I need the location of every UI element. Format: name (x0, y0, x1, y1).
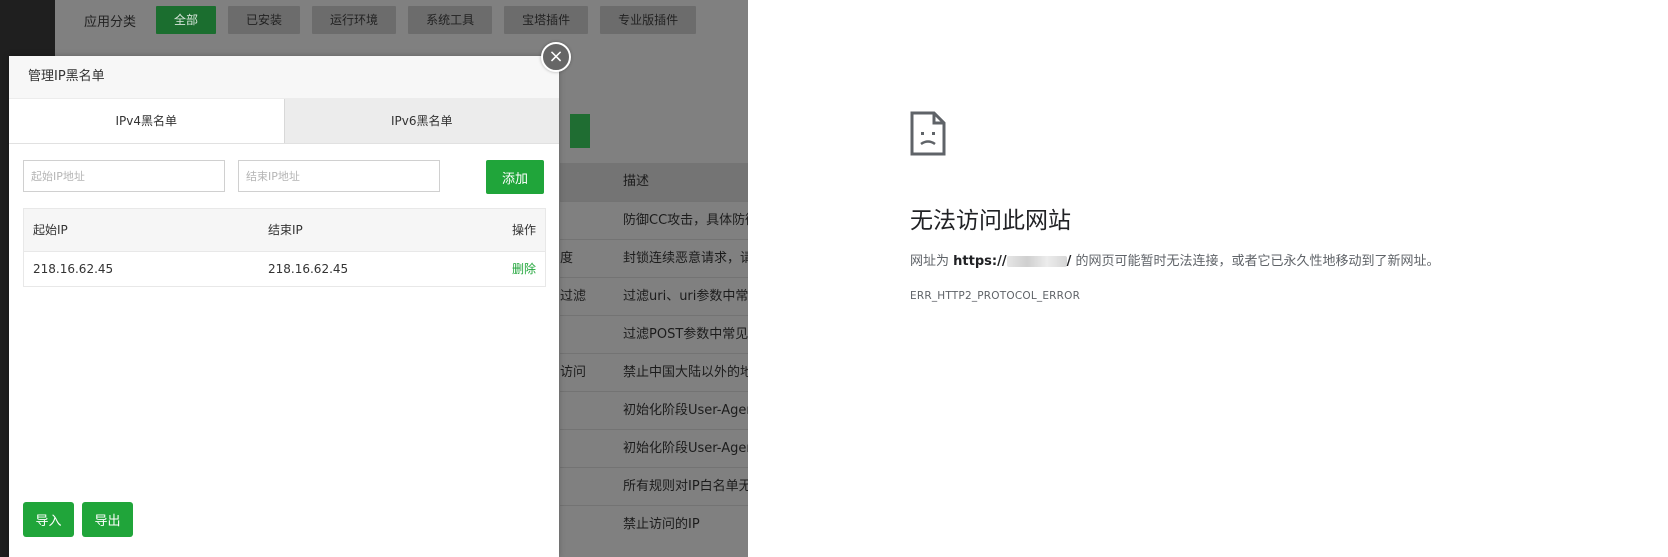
table-row: 度封锁连续恶意请求，请 (560, 239, 748, 277)
table-row: 初始化阶段User-Agent (560, 391, 748, 429)
start-ip-cell: 218.16.62.45 (33, 262, 114, 276)
import-button[interactable]: 导入 (23, 502, 74, 537)
table-header: 起始IP 结束IP 操作 (24, 209, 545, 252)
browser-error-page: 无法访问此网站 网址为 https:/// 的网页可能暂时无法连接，或者它已永久… (748, 0, 1668, 557)
category-all[interactable]: 全部 (156, 6, 217, 34)
error-code: ERR_HTTP2_PROTOCOL_ERROR (910, 290, 1081, 302)
category-runtime[interactable]: 运行环境 (312, 6, 397, 34)
tab-ipv4-blacklist[interactable]: IPv4黑名单 (9, 99, 285, 143)
table-row: 禁止访问的IP (560, 505, 748, 543)
table-row: 访问 禁止中国大陆以外的地 (560, 353, 748, 391)
error-title: 无法访问此网站 (910, 208, 1071, 234)
column-action: 操作 (511, 223, 536, 237)
tab-ipv6-blacklist[interactable]: IPv6黑名单 (284, 99, 559, 143)
error-url: https:/// (953, 254, 1072, 269)
bt-panel-window: 应用分类 全部 已安装 运行环境 系统工具 宝塔插件 专业版插件 描述 防御CC… (0, 0, 748, 557)
table-row: 218.16.62.45 218.16.62.45 删除 (24, 252, 545, 286)
column-start-ip: 起始IP (33, 223, 68, 237)
start-ip-input[interactable] (23, 160, 225, 192)
category-bar: 应用分类 全部 已安装 运行环境 系统工具 宝塔插件 专业版插件 (55, 0, 748, 40)
end-ip-input[interactable] (238, 160, 440, 192)
ip-version-tabs: IPv4黑名单 IPv6黑名单 (9, 99, 559, 144)
delete-link[interactable]: 删除 (512, 252, 536, 286)
dialog-title: 管理IP黑名单 (9, 56, 559, 99)
ip-blacklist-dialog: 管理IP黑名单 × IPv4黑名单 IPv6黑名单 添加 起始IP 结束IP 操… (9, 42, 571, 557)
column-description: 描述 (623, 174, 650, 189)
error-description: 网址为 https:/// 的网页可能暂时无法连接，或者它已永久性地移动到了新网… (910, 254, 1440, 269)
table-row: 过滤 过滤uri、uri参数中常见 (560, 277, 748, 315)
redacted-domain (1006, 256, 1067, 267)
ip-blacklist-table: 起始IP 结束IP 操作 218.16.62.45 218.16.62.45 删… (23, 208, 546, 287)
background-rules-table: 描述 防御CC攻击，具体防御 度封锁连续恶意请求，请 过滤 过滤uri、uri参数… (560, 163, 748, 543)
table-row: 所有规则对IP白名单无 (560, 467, 748, 505)
close-icon[interactable]: × (541, 42, 571, 72)
add-ip-form: 添加 (9, 144, 559, 210)
table-row: 初始化阶段User-Agent (560, 429, 748, 467)
column-end-ip: 结束IP (268, 223, 303, 237)
category-bt-plugins[interactable]: 宝塔插件 (504, 6, 589, 34)
category-pro-plugins[interactable]: 专业版插件 (600, 6, 697, 34)
end-ip-cell: 218.16.62.45 (268, 262, 349, 276)
category-label: 应用分类 (84, 14, 137, 30)
background-table-header: 描述 (560, 163, 748, 201)
table-row: 过滤POST参数中常见 (560, 315, 748, 353)
sad-document-icon (910, 111, 946, 156)
category-installed[interactable]: 已安装 (228, 6, 301, 34)
export-button[interactable]: 导出 (82, 502, 133, 537)
category-system-tools[interactable]: 系统工具 (408, 6, 493, 34)
background-green-button (570, 114, 590, 148)
table-row: 防御CC攻击，具体防御 (560, 201, 748, 239)
add-button[interactable]: 添加 (486, 160, 544, 194)
